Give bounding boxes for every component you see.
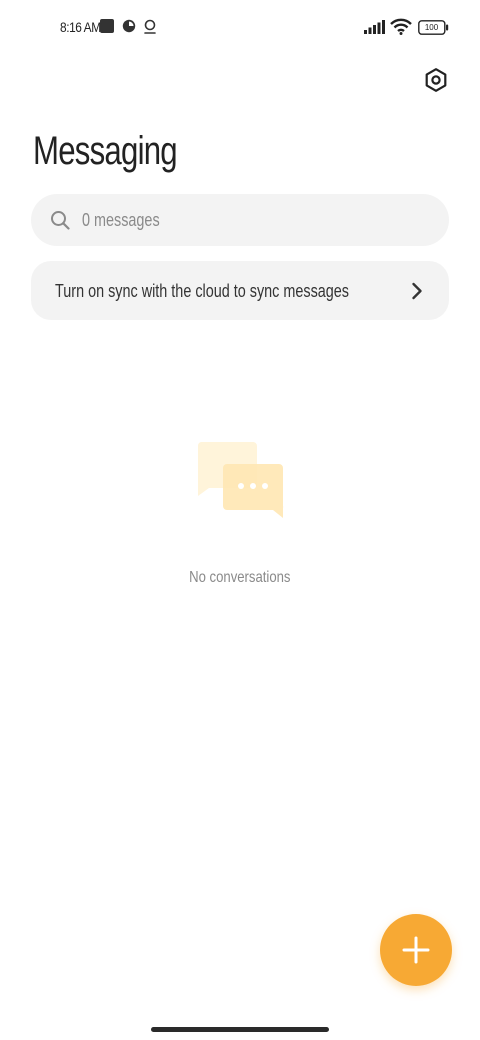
new-conversation-button[interactable] (380, 914, 452, 986)
search-placeholder: 0 messages (82, 210, 160, 230)
signal-icon (364, 20, 385, 34)
status-time: 8:16 AM (60, 19, 101, 35)
status-bar: 8:16 AM 100 (0, 0, 480, 56)
plus-icon (402, 936, 430, 964)
location-pin-icon (144, 19, 156, 34)
sync-banner-label: Turn on sync with the cloud to sync mess… (55, 281, 350, 301)
battery-icon: 100 (418, 20, 449, 35)
pie-icon (122, 19, 136, 33)
page-title: Messaging (33, 129, 178, 173)
settings-button[interactable] (420, 64, 452, 96)
chevron-right-icon (412, 282, 422, 300)
wifi-icon (390, 18, 412, 35)
chat-bubbles-icon (197, 442, 284, 518)
square-notification-icon (100, 19, 114, 33)
search-icon (51, 211, 70, 230)
search-input[interactable]: 0 messages (31, 194, 449, 246)
sync-banner[interactable]: Turn on sync with the cloud to sync mess… (31, 261, 449, 320)
settings-icon (425, 68, 447, 92)
empty-state-label: No conversations (189, 569, 291, 586)
home-indicator[interactable] (151, 1027, 329, 1032)
empty-state-message: No conversations (0, 566, 480, 590)
battery-level: 100 (424, 23, 439, 32)
